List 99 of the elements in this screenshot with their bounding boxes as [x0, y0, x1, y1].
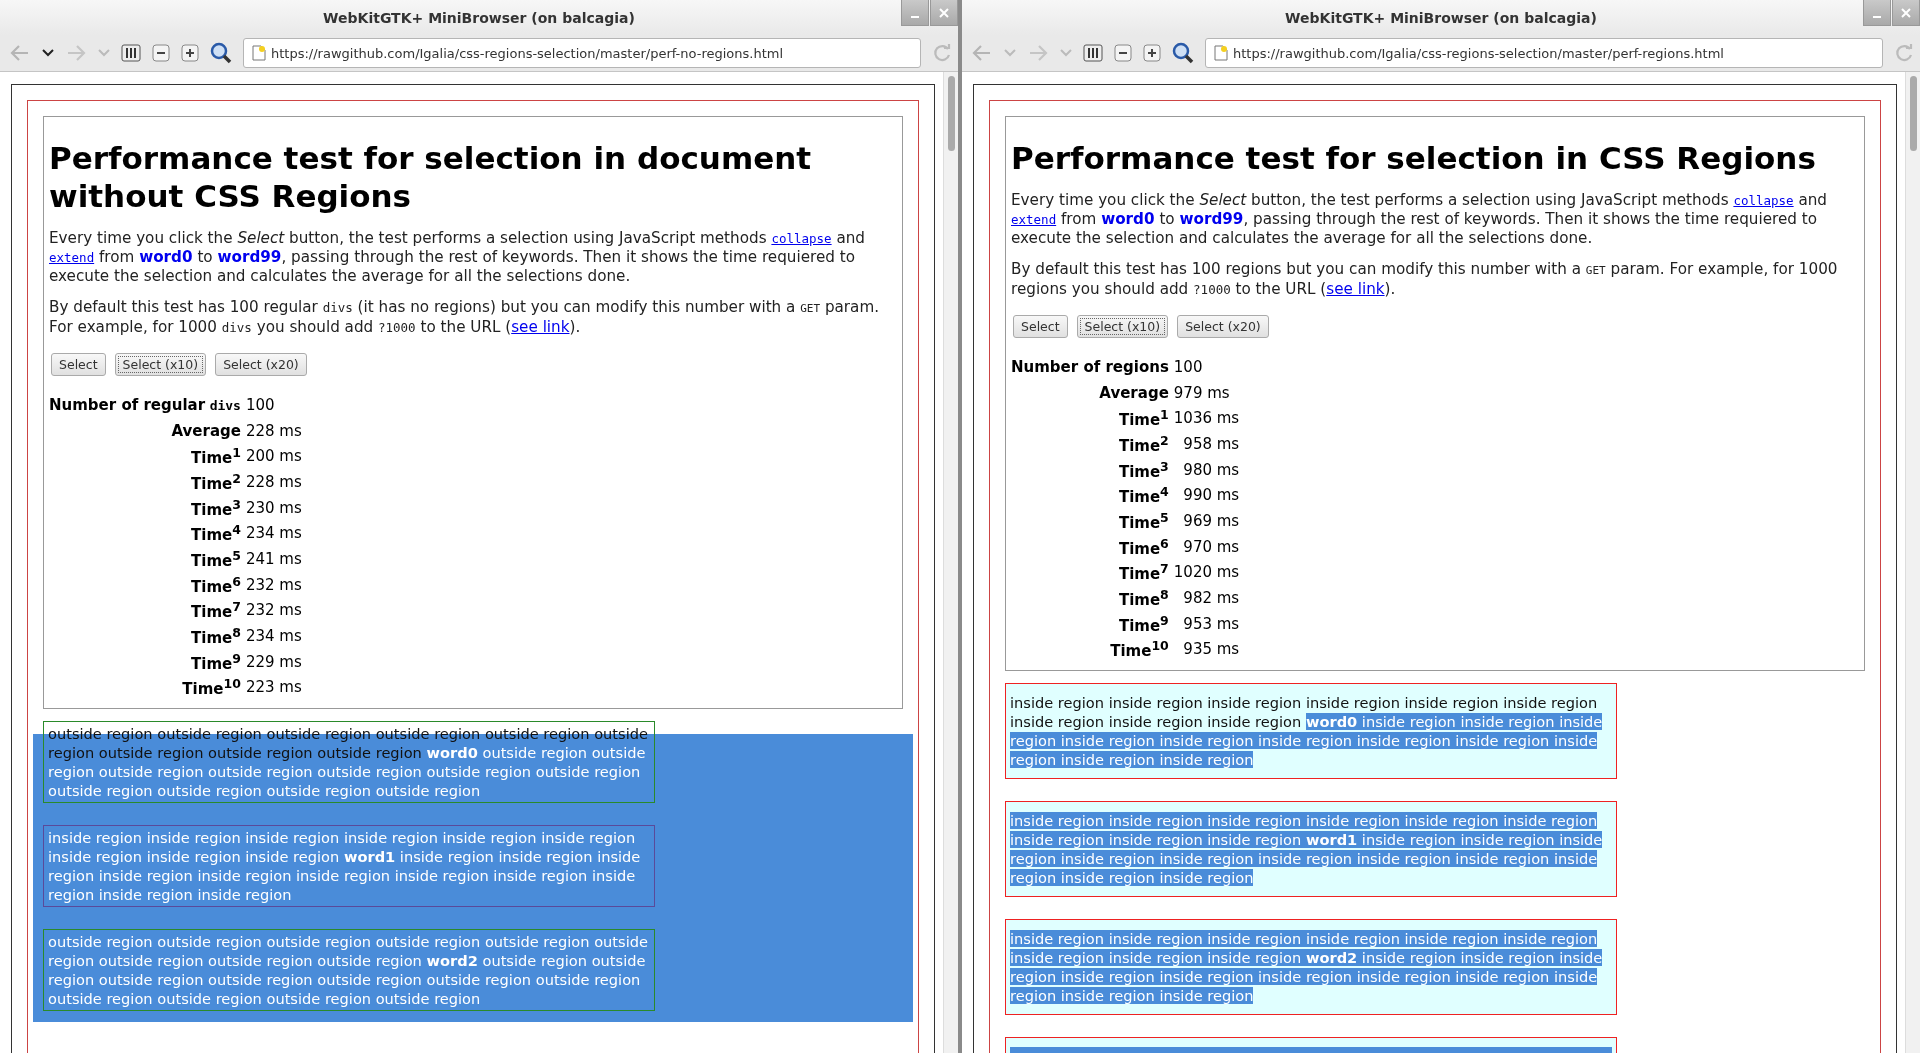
region-text: inside region inside region inside region inside region inside region inside region inside region inside region inside region word2 inside region inside region inside region inside region inside region inside region inside region inside region inside region inside region inside region [1010, 929, 1604, 1006]
page-icon [252, 45, 266, 61]
stat-value: 990 ms [1182, 485, 1241, 507]
intro-paragraph: Every time you click the Select button, the test performs a selection using JavaScript methods collapse and extend from word0 to word99, passing through the rest of keywords. Then it shows the time requiered to execute the selection and calculates the average for all the selections done. [1011, 191, 1828, 248]
stat-label: Average [170, 420, 242, 442]
stat-value: 232 ms [244, 600, 303, 622]
stat-value: 953 ms [1182, 613, 1241, 635]
select-button[interactable]: Select [1013, 315, 1068, 338]
stat-value: 100 [1172, 356, 1204, 378]
stat-label: Time$^{5}$ [190, 546, 242, 572]
stat-label: Time$^{4}$ [190, 521, 242, 547]
close-button[interactable] [1892, 0, 1920, 26]
stat-label: Time$^{2}$ [1117, 431, 1170, 457]
stat-label: Time$^{6}$ [1117, 534, 1170, 560]
select-button[interactable]: Select (x20) [1177, 315, 1269, 338]
stat-label: Time$^{9}$ [1117, 611, 1170, 637]
description-paragraph: By default this test has 100 regions but you can modify this number with a GET param. For example, for 1000 regions you should add ?1000 to the URL (see link). [1011, 260, 1839, 299]
scrollbar-thumb[interactable] [947, 76, 955, 151]
stat-label: Time$^{7}$ [190, 598, 242, 624]
back-icon[interactable] [971, 43, 993, 63]
stat-value: 100 [244, 394, 276, 416]
example-link[interactable]: see link [1326, 280, 1385, 298]
reload-icon[interactable] [932, 43, 952, 63]
close-icon [1901, 7, 1911, 18]
stat-label: Time$^{3}$ [1117, 457, 1170, 483]
stat-value: 1036 ms [1172, 408, 1241, 430]
stat-value: 228 ms [244, 471, 303, 493]
stat-label: Time$^{4}$ [1117, 483, 1170, 509]
stat-label: Time$^{9}$ [190, 649, 242, 675]
close-icon [939, 7, 949, 18]
select-button[interactable]: Select (x10) [1076, 315, 1169, 338]
forward-icon[interactable] [1027, 43, 1049, 63]
stat-value: 223 ms [244, 677, 303, 699]
stat-label: Time$^{3}$ [190, 495, 242, 521]
stat-value: 980 ms [1182, 459, 1241, 481]
select-button[interactable]: Select (x20) [215, 353, 307, 376]
stat-value: 1020 ms [1172, 562, 1241, 584]
method-link[interactable]: collapse [771, 231, 832, 246]
stat-value: 979 ms [1172, 382, 1231, 404]
stat-label: Time$^{10}$ [1109, 637, 1170, 663]
back-icon[interactable] [9, 43, 31, 63]
url-field[interactable]: https://rawgithub.com/Igalia/css-regions-selection/master/perf-regions.html [1205, 38, 1883, 68]
page-heading: Performance test for selection in document without CSS Regions [49, 139, 813, 215]
stat-label: Time$^{2}$ [190, 469, 242, 495]
zoom-out-icon[interactable] [152, 44, 170, 62]
description-paragraph: By default this test has 100 regular divs (it has no regions) but you can modify this number with a GET param. For example, for 1000 divs you should add ?1000 to the URL (see link). [49, 298, 881, 337]
scrollbar-thumb[interactable] [1909, 76, 1917, 151]
minimize-button[interactable] [901, 0, 929, 26]
reload-icon[interactable] [1894, 43, 1914, 63]
minimize-button[interactable] [1863, 0, 1891, 26]
stat-value: 958 ms [1182, 433, 1241, 455]
zoom-out-icon[interactable] [1114, 44, 1132, 62]
stat-label: Time$^{6}$ [190, 572, 242, 598]
example-link[interactable]: see link [511, 318, 570, 336]
select-button[interactable]: Select (x10) [114, 353, 207, 376]
window-title: WebKitGTK+ MiniBrowser (on balcagia) [1285, 9, 1597, 26]
stat-value: 234 ms [244, 523, 303, 545]
stat-value: 982 ms [1182, 588, 1241, 610]
method-link[interactable]: extend [1011, 212, 1057, 227]
stat-value: 935 ms [1182, 639, 1241, 661]
method-link[interactable]: collapse [1733, 193, 1794, 208]
stat-value: 234 ms [244, 626, 303, 648]
stat-label: Time$^{8}$ [1117, 586, 1170, 611]
stat-value: 232 ms [244, 574, 303, 596]
zoom-reset-icon[interactable] [121, 44, 141, 62]
zoom-in-icon[interactable] [1143, 44, 1161, 62]
stat-value: 229 ms [244, 651, 303, 673]
page-heading: Performance test for selection in CSS Regions [1011, 139, 1817, 177]
window-title: WebKitGTK+ MiniBrowser (on balcagia) [323, 9, 635, 26]
stat-label: Time$^{1}$ [190, 444, 242, 470]
zoom-in-icon[interactable] [181, 44, 199, 62]
intro-paragraph: Every time you click the Select button, the test performs a selection using JavaScript methods collapse and extend from word0 to word99, passing through the rest of keywords. Then it shows the time requiered to execute the selection and calculates the average for all the selections done. [49, 229, 866, 286]
stat-value: 969 ms [1182, 510, 1241, 532]
forward-icon[interactable] [65, 43, 87, 63]
region-text: inside region inside region inside region inside region inside region inside region inside region inside region inside region word1 inside region inside region inside region inside region inside region inside region inside region inside region inside region inside region inside region [1010, 811, 1604, 888]
search-icon[interactable] [210, 42, 232, 64]
minimize-icon [911, 15, 919, 18]
stat-label: Number of regions [1011, 356, 1170, 378]
stat-label: Number of regular divs [49, 394, 242, 416]
stat-label: Time$^{8}$ [190, 624, 242, 649]
method-link[interactable]: extend [49, 250, 95, 265]
caret-icon[interactable] [42, 48, 54, 58]
stat-value: 241 ms [244, 548, 303, 570]
stat-value: 230 ms [244, 497, 303, 519]
stat-label: Time$^{7}$ [1117, 560, 1170, 586]
zoom-reset-icon[interactable] [1083, 44, 1103, 62]
stat-value: 200 ms [244, 446, 303, 468]
close-button[interactable] [930, 0, 958, 26]
stat-value: 970 ms [1182, 536, 1241, 558]
stat-label: Time$^{1}$ [1117, 406, 1170, 432]
minimize-icon [1873, 15, 1881, 18]
page-icon [1214, 45, 1228, 61]
stat-value: 228 ms [244, 420, 303, 442]
stat-label: Time$^{5}$ [1117, 508, 1170, 534]
select-button[interactable]: Select [51, 353, 106, 376]
stat-label: Average [1098, 382, 1170, 404]
stat-label: Time$^{10}$ [181, 675, 242, 701]
url-field[interactable]: https://rawgithub.com/Igalia/css-regions-selection/master/perf-no-regions.html [243, 38, 921, 68]
search-icon[interactable] [1172, 42, 1194, 64]
